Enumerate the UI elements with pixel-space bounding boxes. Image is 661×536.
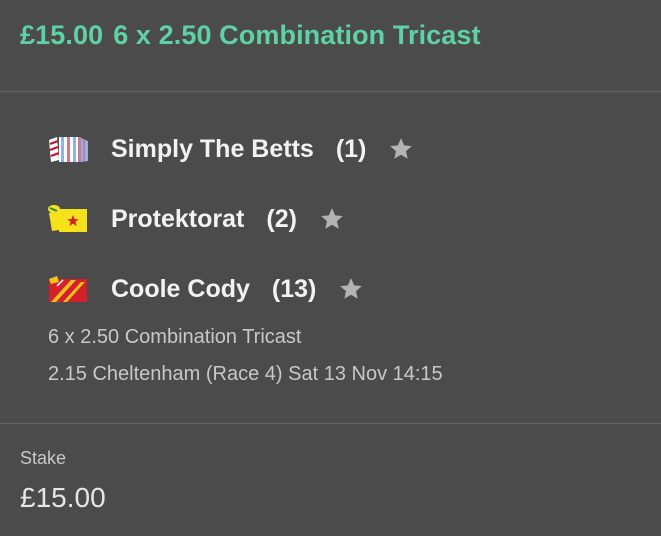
runner-name: Coole Cody — [111, 274, 250, 303]
selections-panel: Simply The Betts (1) Protektorat (2) Coo… — [0, 92, 661, 424]
silk-red-yellow-icon — [49, 276, 87, 302]
runner-number: (13) — [271, 274, 317, 303]
bet-description: 6 x 2.50 Combination Tricast — [113, 20, 481, 50]
runner-row: Coole Cody (13) — [47, 272, 364, 306]
star-icon[interactable] — [319, 206, 345, 232]
runner-number: (1) — [335, 134, 367, 163]
race-info-text: 2.15 Cheltenham (Race 4) Sat 13 Nov 14:1… — [48, 363, 443, 385]
runner-name: Simply The Betts — [111, 134, 314, 163]
stake-value: £15.00 — [20, 482, 106, 513]
runner-number: (2) — [266, 204, 297, 233]
star-icon[interactable] — [388, 136, 414, 162]
silk-yellow-red-star-icon — [48, 205, 87, 232]
bet-header: £15.00 6 x 2.50 Combination Tricast — [0, 0, 661, 92]
bet-title: £15.00 6 x 2.50 Combination Tricast — [20, 20, 481, 51]
star-icon[interactable] — [338, 276, 364, 302]
runner-row: Simply The Betts (1) — [47, 132, 414, 166]
runner-row: Protektorat (2) — [47, 202, 345, 236]
bet-amount: £15.00 — [20, 20, 104, 50]
stake-label: Stake — [20, 448, 67, 468]
bet-type-text: 6 x 2.50 Combination Tricast — [48, 326, 302, 348]
silk-blue-white-icon — [49, 137, 88, 162]
runner-name: Protektorat — [111, 204, 245, 233]
